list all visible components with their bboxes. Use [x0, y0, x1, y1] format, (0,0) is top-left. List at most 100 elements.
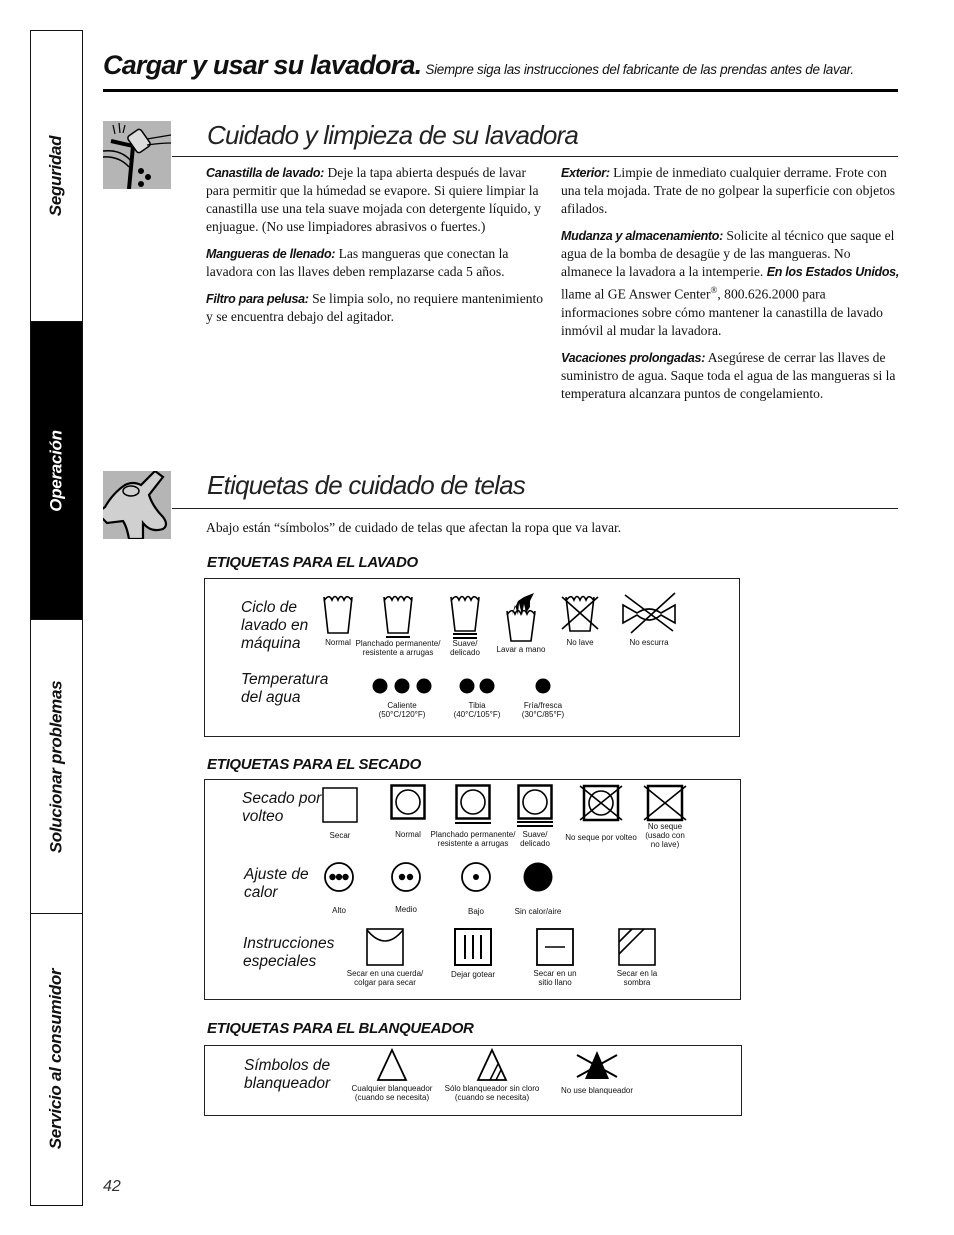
page-number: 42	[103, 1178, 121, 1195]
symbol-caption: Secar en la sombra	[616, 969, 658, 987]
section-title-fabric: Etiquetas de cuidado de telas	[207, 470, 526, 500]
symbol-caption: Alto	[332, 906, 346, 915]
non-chlorine-bleach-icon: Sólo blanqueador sin cloro (cuando se ne…	[445, 1048, 539, 1102]
symbol-caption: No seque por volteo	[565, 833, 637, 842]
symbol-caption: Suave/ delicado	[520, 830, 550, 848]
symbol-caption: Medio	[395, 905, 417, 914]
term: Canastilla de lavado:	[206, 166, 325, 180]
term: Filtro para pelusa:	[206, 292, 309, 306]
dry-flat-icon: Secar en un sitio llano	[533, 928, 577, 987]
drying-symbols-box: Secado por volteo Secar Normal Planchado…	[204, 779, 741, 1000]
fabric-intro: Abajo están “símbolos” de cuidado de tel…	[206, 520, 622, 535]
symbol-caption: Planchado permanente/ resistente a arrug…	[355, 639, 441, 657]
term: En los Estados Unidos,	[766, 265, 900, 279]
bleach-symbols-box: Símbolos de blanqueador Cualquier blanqu…	[204, 1045, 742, 1116]
symbol-caption: Lavar a mano	[496, 645, 546, 654]
symbol-caption: No lave	[566, 638, 594, 647]
section-rule	[172, 508, 898, 510]
washing-symbols-box: Ciclo de lavado en máquina Normal Planch…	[204, 578, 740, 737]
shirt-icon	[95, 469, 171, 541]
dry-shade-icon: Secar en la sombra	[617, 928, 657, 987]
symbol-caption: Caliente (50°C/120°F)	[378, 701, 426, 719]
care-left-column: Canastilla de lavado: Deje la tapa abier…	[206, 164, 546, 335]
header-rule	[103, 89, 898, 92]
heat-low-icon: Bajo	[459, 861, 493, 916]
symbol-caption: Secar en una cuerda/ colgar para secar	[346, 969, 424, 987]
hand-wash-icon: Lavar a mano	[497, 593, 545, 654]
care-right-column: Exterior: Limpie de inmediato cualquier …	[561, 164, 899, 412]
side-navigation: Seguridad Operación Solucionar problemas…	[30, 30, 83, 1206]
cycle-label: Ciclo de lavado en máquina	[241, 599, 309, 652]
symbol-caption: No escurra	[629, 638, 669, 647]
washing-heading: ETIQUETAS PARA EL LAVADO	[207, 554, 418, 571]
symbol-caption: Sólo blanqueador sin cloro (cuando se ne…	[444, 1084, 540, 1102]
term: Exterior:	[561, 166, 610, 180]
symbol-caption: Bajo	[467, 907, 485, 916]
drip-dry-icon: Dejar gotear	[451, 928, 495, 979]
heat-medium-icon: Medio	[389, 861, 423, 914]
bleach-heading: ETIQUETAS PARA EL BLANQUEADOR	[207, 1020, 474, 1037]
section-title-care: Cuidado y limpieza de su lavadora	[207, 120, 579, 150]
symbol-caption: Normal	[325, 638, 351, 647]
care-item-mudanza: Mudanza y almacenamiento: Solicite al té…	[561, 227, 899, 340]
wash-tub-two-bars-icon: Suave/ delicado	[445, 591, 485, 657]
symbol-caption: Cualquier blanqueador (cuando se necesit…	[351, 1084, 433, 1102]
care-item-exterior: Exterior: Limpie de inmediato cualquier …	[561, 164, 899, 218]
no-heat-icon: Sin calor/aire	[515, 861, 561, 916]
symbol-caption: Dejar gotear	[450, 970, 496, 979]
heat-high-icon: Alto	[322, 861, 356, 915]
tab-label: Solucionar problemas	[46, 680, 66, 853]
care-item-filtro: Filtro para pelusa: Se limpia solo, no r…	[206, 290, 546, 326]
tumble-label: Secado por volteo	[242, 790, 322, 825]
section-rule	[172, 156, 898, 158]
any-bleach-icon: Cualquier blanqueador (cuando se necesit…	[352, 1048, 432, 1102]
dry-square-icon: Secar	[321, 787, 359, 840]
wash-tub-one-bar-icon: Planchado permanente/ resistente a arrug…	[356, 591, 440, 657]
temp-label: Temperatura del agua	[241, 671, 329, 706]
three-dots-icon: Caliente (50°C/120°F)	[369, 677, 435, 719]
two-dots-icon: Tibia (40°C/105°F)	[454, 677, 500, 719]
bleach-label: Símbolos de blanqueador	[244, 1057, 331, 1092]
special-label: Instrucciones especiales	[243, 935, 335, 970]
term: Mudanza y almacenamiento:	[561, 229, 723, 243]
symbol-caption: Normal	[395, 830, 421, 839]
wash-tub-icon: Normal	[318, 591, 358, 647]
do-not-bleach-icon: No use blanqueador	[561, 1049, 633, 1095]
line-dry-icon: Secar en una cuerda/ colgar para secar	[347, 928, 423, 987]
drying-heading: ETIQUETAS PARA EL SECADO	[207, 756, 421, 773]
symbol-caption: No use blanqueador	[560, 1086, 634, 1095]
symbol-caption: Sin calor/aire	[514, 907, 562, 916]
tab-solucionar-problemas[interactable]: Solucionar problemas	[31, 619, 82, 913]
tab-servicio-consumidor[interactable]: Servicio al consumidor	[31, 913, 82, 1204]
page-title: Cargar y usar su lavadora.	[103, 50, 422, 80]
description: Limpie de inmediato cualquier derrame. F…	[561, 165, 896, 216]
symbol-caption: Planchado permanente/ resistente a arrug…	[430, 830, 516, 848]
do-not-tumble-dry-icon: No seque por volteo	[565, 784, 637, 842]
page-header: Cargar y usar su lavadora. Siempre siga …	[103, 50, 898, 81]
symbol-caption: Tibia (40°C/105°F)	[453, 701, 501, 719]
tab-seguridad[interactable]: Seguridad	[31, 31, 82, 321]
term: Mangueras de llenado:	[206, 247, 336, 261]
care-item-mangueras: Mangueras de llenado: Las mangueras que …	[206, 245, 546, 281]
tumble-dry-icon: Normal	[389, 784, 427, 839]
do-not-wring-icon: No escurra	[619, 591, 679, 647]
tab-label: Seguridad	[46, 135, 66, 217]
symbol-caption: Suave/ delicado	[450, 639, 480, 657]
care-item-canastilla: Canastilla de lavado: Deje la tapa abier…	[206, 164, 546, 236]
tab-label: Servicio al consumidor	[46, 968, 66, 1150]
symbol-caption: Fría/fresca (30°C/85°F)	[521, 701, 565, 719]
washer-cleaning-sponge-icon	[102, 121, 172, 190]
term: Vacaciones prolongadas:	[561, 350, 706, 365]
tab-label: Operación	[46, 429, 66, 512]
page-subtitle: Siempre siga las instrucciones del fabri…	[425, 62, 854, 77]
symbol-caption: Secar	[329, 831, 351, 840]
care-item-vacaciones: Vacaciones prolongadas: Asegúrese de cer…	[561, 349, 899, 403]
symbol-caption: No seque (usado con no lave)	[645, 822, 685, 849]
tumble-dry-two-bars-icon: Suave/ delicado	[516, 784, 554, 848]
description: llame al GE Answer Center	[561, 286, 711, 302]
do-not-dry-icon: No seque (usado con no lave)	[643, 784, 687, 849]
heat-label: Ajuste de calor	[244, 866, 309, 901]
one-dot-icon: Fría/fresca (30°C/85°F)	[522, 677, 564, 719]
tab-operacion[interactable]: Operación	[31, 321, 82, 619]
tumble-dry-one-bar-icon: Planchado permanente/ resistente a arrug…	[431, 784, 515, 848]
